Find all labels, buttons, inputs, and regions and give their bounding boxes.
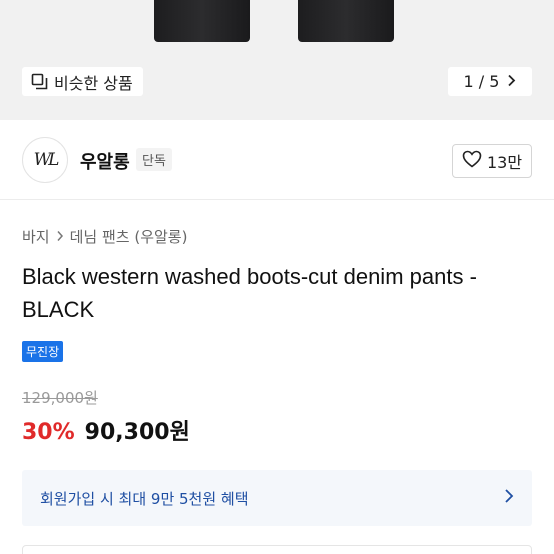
breadcrumb-item-pants[interactable]: 바지 (22, 226, 50, 247)
discount-rate: 30% (22, 420, 75, 445)
chevron-right-icon (504, 488, 514, 508)
product-image-right-leg (298, 0, 394, 42)
similar-products-button[interactable]: 비슷한 상품 (22, 67, 143, 96)
chevron-right-icon (507, 72, 516, 91)
brand-row: WL 우알롱 단독 13만 (0, 120, 554, 200)
free-shipping-badge: 무진장 (22, 341, 64, 362)
similar-products-icon (31, 73, 48, 90)
like-button[interactable]: 13만 (452, 144, 532, 178)
similar-products-label: 비슷한 상품 (54, 73, 133, 93)
product-title: Black western washed boots-cut denim pan… (22, 264, 477, 322)
signup-benefit-banner[interactable]: 회원가입 시 최대 9만 5천원 혜택 (22, 470, 532, 526)
original-price: 129,000원 (22, 389, 98, 407)
heart-icon (462, 150, 482, 172)
breadcrumb: 바지 데님 팬츠 (우알롱) (22, 226, 187, 247)
next-section-box (22, 545, 532, 554)
breadcrumb-item-denim[interactable]: 데님 팬츠 (우알롱) (70, 226, 188, 247)
product-image-left-leg (154, 0, 250, 42)
image-pager-count: 1 / 5 (463, 72, 500, 91)
sale-price: 90,300원 (84, 420, 190, 445)
like-count: 13만 (486, 153, 523, 172)
exclusive-badge: 단독 (136, 148, 172, 171)
sale-price-row: 30% 90,300원 (22, 414, 190, 446)
benefit-text: 회원가입 시 최대 9만 5천원 혜택 (40, 489, 249, 508)
image-pager-button[interactable]: 1 / 5 (448, 67, 532, 96)
chevron-right-icon (56, 228, 64, 246)
brand-logo-text: WL (33, 150, 60, 170)
product-image-gallery[interactable]: 비슷한 상품 1 / 5 (0, 0, 554, 120)
brand-logo[interactable]: WL (22, 137, 68, 183)
brand-name-link[interactable]: 우알롱 (80, 148, 130, 174)
